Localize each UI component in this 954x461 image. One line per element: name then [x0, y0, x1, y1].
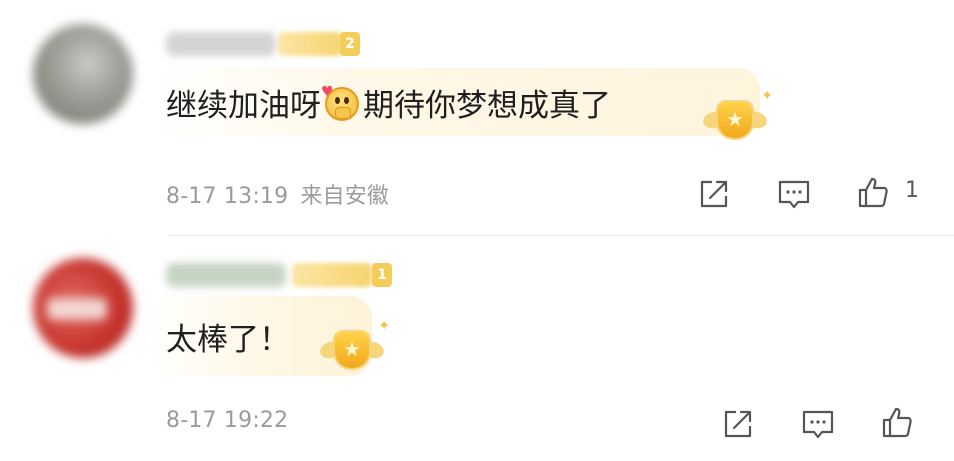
- comment-item: 1 太棒了！ ★ ✦ 8-17 19:22: [0, 238, 954, 461]
- reply-button[interactable]: [777, 177, 811, 211]
- avatar[interactable]: [33, 258, 133, 358]
- like-button[interactable]: [856, 175, 890, 209]
- reply-button[interactable]: [801, 407, 835, 441]
- like-button[interactable]: [880, 405, 914, 439]
- comment-icon: [802, 410, 834, 439]
- user-level-badge: 2: [340, 32, 360, 56]
- comment-item: 2 继续加油呀 ♥ 期待你梦想成真了 ★ ✦ 8-17 13:19 来自安徽 1: [0, 0, 954, 235]
- user-tag-blurred: [292, 263, 372, 287]
- like-count: 1: [905, 178, 919, 203]
- share-icon: [724, 410, 752, 438]
- share-button[interactable]: [697, 177, 731, 211]
- comment-text-part: 期待你梦想成真了: [363, 88, 611, 124]
- username-blurred[interactable]: [166, 263, 286, 287]
- comment-divider: [168, 235, 954, 236]
- comment-icon: [778, 180, 810, 209]
- comment-location: 来自安徽: [300, 184, 390, 209]
- star-badge-icon: ★ ✦: [318, 318, 390, 374]
- comment-date: 8-17 19:22: [166, 408, 289, 433]
- thumbs-up-icon: [858, 177, 888, 208]
- username-blurred[interactable]: [166, 32, 276, 56]
- thumbs-up-icon: [882, 407, 912, 438]
- comment-text-part: 继续加油呀: [166, 88, 321, 124]
- comment-date: 8-17 13:19: [166, 184, 289, 209]
- star-badge-icon: ★ ✦: [701, 88, 773, 144]
- share-icon: [700, 180, 728, 208]
- user-tag-blurred: [278, 32, 342, 56]
- comment-text: 太棒了！: [166, 322, 290, 358]
- share-button[interactable]: [721, 407, 755, 441]
- avatar[interactable]: [33, 24, 133, 124]
- comment-meta: 8-17 19:22: [166, 408, 288, 433]
- hugging-face-emoji-icon: ♥: [321, 85, 361, 123]
- comment-meta: 8-17 13:19 来自安徽: [166, 178, 389, 210]
- user-level-badge: 1: [372, 263, 392, 287]
- comment-text: 继续加油呀 ♥ 期待你梦想成真了: [166, 84, 611, 128]
